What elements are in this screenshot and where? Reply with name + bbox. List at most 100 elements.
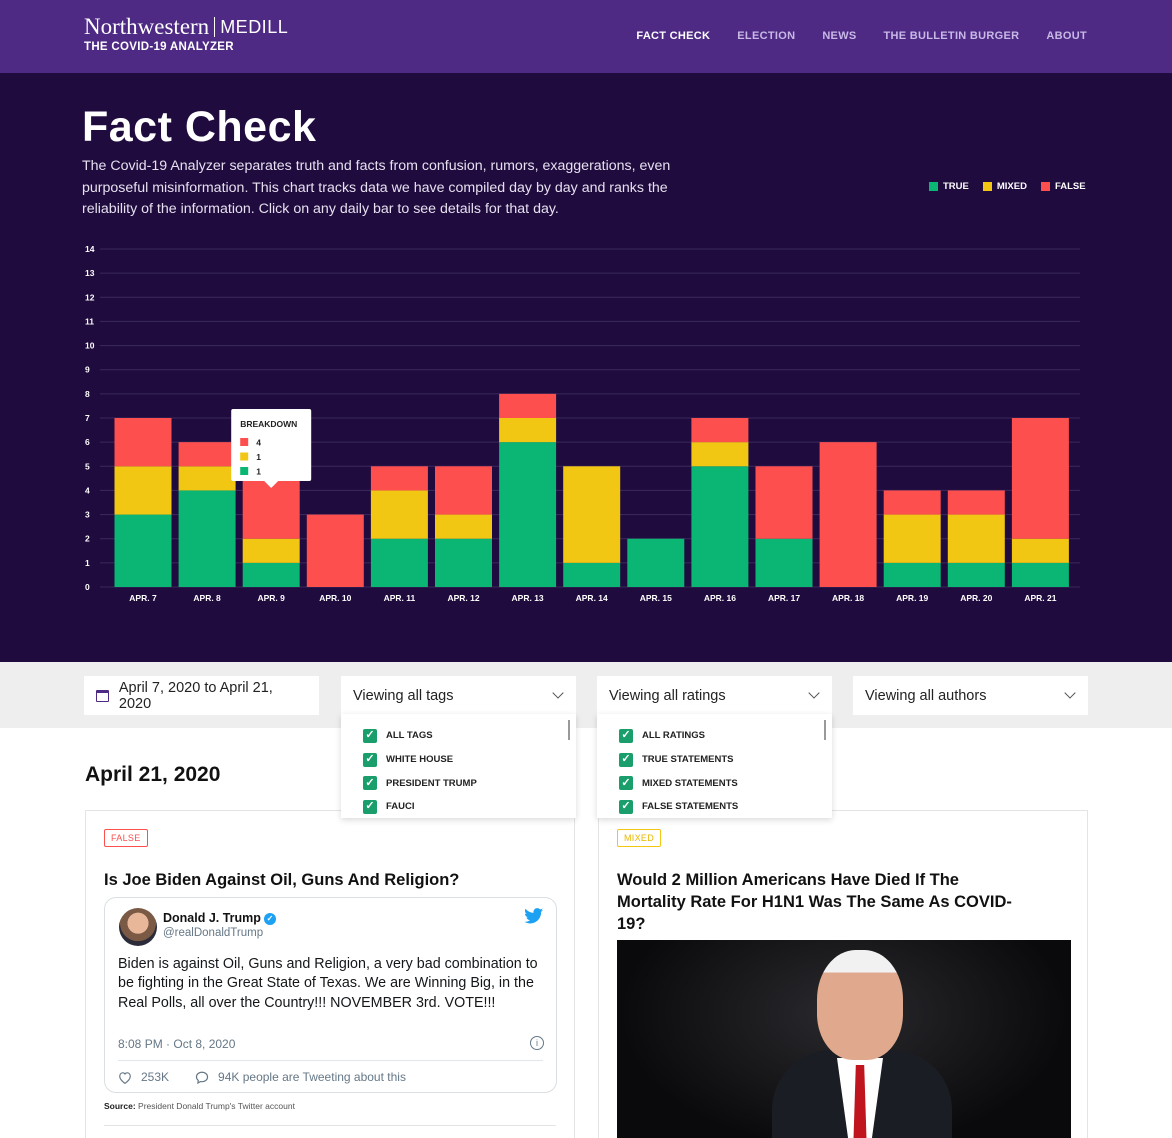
bar-segment-true[interactable] xyxy=(499,442,557,587)
verified-badge-icon: ✓ xyxy=(263,913,276,925)
brand-subtitle: THE COVID-19 ANALYZER xyxy=(84,41,234,53)
tag-option-fauci[interactable]: ✓ FAUCI xyxy=(341,795,576,819)
article-photo[interactable] xyxy=(617,940,1071,1138)
checkbox-checked-icon[interactable]: ✓ xyxy=(363,728,377,743)
bar-segment-false[interactable] xyxy=(306,514,364,587)
bar-segment-false[interactable] xyxy=(114,418,172,467)
checkbox-checked-icon[interactable]: ✓ xyxy=(619,752,633,767)
nav-news[interactable]: NEWS xyxy=(822,30,856,42)
bar-segment-true[interactable] xyxy=(563,562,621,587)
bar-segment-false[interactable] xyxy=(178,442,236,467)
card-title[interactable]: Would 2 Million Americans Have Died If T… xyxy=(617,869,1017,935)
bar-segment-true[interactable] xyxy=(114,514,172,587)
tag-option-president-trump[interactable]: ✓ PRESIDENT TRUMP xyxy=(341,771,576,795)
brand-logo[interactable]: Northwestern MEDILL THE COVID-19 ANALYZE… xyxy=(84,14,288,53)
rating-option-false[interactable]: ✓ FALSE STATEMENTS xyxy=(597,795,832,819)
bar-segment-mixed[interactable] xyxy=(947,514,1005,563)
bar-segment-mixed[interactable] xyxy=(563,466,621,563)
authors-select-value: Viewing all authors xyxy=(865,687,987,704)
bar-segment-mixed[interactable] xyxy=(883,514,941,563)
bar-segment-true[interactable] xyxy=(883,562,941,587)
bar-segment-false[interactable] xyxy=(370,466,428,491)
bar-segment-false[interactable] xyxy=(947,490,1005,515)
bar-segment-false[interactable] xyxy=(883,490,941,515)
bar-segment-false[interactable] xyxy=(435,466,492,515)
checkbox-checked-icon[interactable]: ✓ xyxy=(619,776,633,791)
dropdown-scrollbar[interactable] xyxy=(568,720,570,740)
tags-select[interactable]: Viewing all tags xyxy=(341,676,576,715)
tooltip-title: BREAKDOWN xyxy=(240,419,297,429)
twitter-bird-icon[interactable] xyxy=(524,908,544,924)
bar-segment-mixed[interactable] xyxy=(114,466,172,515)
bar-segment-true[interactable] xyxy=(947,562,1005,587)
bar-segment-true[interactable] xyxy=(1011,562,1069,587)
legend-swatch-true xyxy=(929,182,938,191)
bar-segment-false[interactable] xyxy=(1011,418,1069,539)
fact-check-card[interactable]: FALSE Is Joe Biden Against Oil, Guns And… xyxy=(85,810,575,1138)
filter-bar: April 7, 2020 to April 21, 2020 Viewing … xyxy=(0,662,1172,728)
bar-segment-true[interactable] xyxy=(627,538,685,587)
bar-segment-mixed[interactable] xyxy=(1011,538,1069,563)
bar-segment-true[interactable] xyxy=(691,466,749,587)
info-icon[interactable]: i xyxy=(530,1036,544,1050)
nav-fact-check[interactable]: FACT CHECK xyxy=(636,30,710,42)
bar-segment-mixed[interactable] xyxy=(435,514,492,539)
bar-segment-mixed[interactable] xyxy=(691,442,749,467)
bar-segment-false[interactable] xyxy=(755,466,813,539)
bar-segment-true[interactable] xyxy=(242,562,300,587)
checkbox-checked-icon[interactable]: ✓ xyxy=(363,799,377,814)
bar-segment-mixed[interactable] xyxy=(178,466,236,491)
brand-name: Northwestern xyxy=(84,14,210,39)
brand-school: MEDILL xyxy=(220,16,289,37)
bar-segment-true[interactable] xyxy=(370,538,428,587)
rating-option-mixed[interactable]: ✓ MIXED STATEMENTS xyxy=(597,771,832,795)
tag-option-white-house[interactable]: ✓ WHITE HOUSE xyxy=(341,748,576,772)
bar-segment-mixed[interactable] xyxy=(370,490,428,539)
bar-segment-true[interactable] xyxy=(435,538,492,587)
embedded-tweet[interactable]: Donald J. Trump ✓ @realDonaldTrump Biden … xyxy=(104,897,557,1093)
bar-segment-true[interactable] xyxy=(755,538,813,587)
y-tick-label: 0 xyxy=(85,582,90,592)
option-label: FAUCI xyxy=(386,801,415,813)
checkbox-checked-icon[interactable]: ✓ xyxy=(363,776,377,791)
nav-bulletin-burger[interactable]: THE BULLETIN BURGER xyxy=(884,30,1020,42)
y-tick-label: 1 xyxy=(85,558,90,568)
bar-segment-mixed[interactable] xyxy=(499,418,557,443)
dropdown-scrollbar[interactable] xyxy=(824,720,826,740)
checkbox-checked-icon[interactable]: ✓ xyxy=(619,799,633,814)
checkbox-checked-icon[interactable]: ✓ xyxy=(363,752,377,767)
rating-option-true[interactable]: ✓ TRUE STATEMENTS xyxy=(597,748,832,772)
tweet-author-handle[interactable]: @realDonaldTrump xyxy=(163,927,263,939)
heart-icon[interactable] xyxy=(118,1071,132,1084)
bar-segment-mixed[interactable] xyxy=(242,538,300,563)
bar-segment-false[interactable] xyxy=(691,418,749,443)
y-tick-label: 10 xyxy=(85,341,95,351)
card-title[interactable]: Is Joe Biden Against Oil, Guns And Relig… xyxy=(104,869,459,891)
nav-election[interactable]: ELECTION xyxy=(737,30,795,42)
date-range-picker[interactable]: April 7, 2020 to April 21, 2020 xyxy=(84,676,319,715)
rating-option-all[interactable]: ✓ ALL RATINGS xyxy=(597,724,832,748)
tweet-timestamp[interactable]: 8:08 PM · Oct 8, 2020 xyxy=(118,1037,235,1051)
tags-dropdown-menu: ✓ ALL TAGS ✓ WHITE HOUSE ✓ PRESIDENT TRUMP … xyxy=(341,714,576,818)
tweet-author-name[interactable]: Donald J. Trump ✓ xyxy=(163,911,276,925)
bar-segment-true[interactable] xyxy=(178,490,236,587)
nav-about[interactable]: ABOUT xyxy=(1046,30,1087,42)
bar-segment-false[interactable] xyxy=(499,393,557,418)
chevron-down-icon xyxy=(1064,687,1076,699)
authors-select[interactable]: Viewing all authors xyxy=(853,676,1088,715)
legend-item-mixed: MIXED xyxy=(982,181,1027,192)
tweeting-count[interactable]: 94K people are Tweeting about this xyxy=(218,1070,406,1084)
x-tick-label: APR. 11 xyxy=(384,593,416,603)
fact-check-hero: Fact Check The Covid-19 Analyzer separat… xyxy=(0,73,1172,662)
speech-bubble-icon[interactable] xyxy=(195,1071,209,1084)
y-tick-label: 14 xyxy=(85,244,95,254)
bar-segment-false[interactable] xyxy=(819,442,877,587)
ratings-select[interactable]: Viewing all ratings xyxy=(597,676,832,715)
tooltip-swatch xyxy=(240,452,249,461)
fact-check-card[interactable]: MIXED Would 2 Million Americans Have Die… xyxy=(598,810,1088,1138)
y-tick-label: 2 xyxy=(85,534,90,544)
like-count[interactable]: 253K xyxy=(141,1070,169,1084)
tag-option-all[interactable]: ✓ ALL TAGS xyxy=(341,724,576,748)
checkbox-checked-icon[interactable]: ✓ xyxy=(619,728,633,743)
avatar[interactable] xyxy=(119,908,157,946)
